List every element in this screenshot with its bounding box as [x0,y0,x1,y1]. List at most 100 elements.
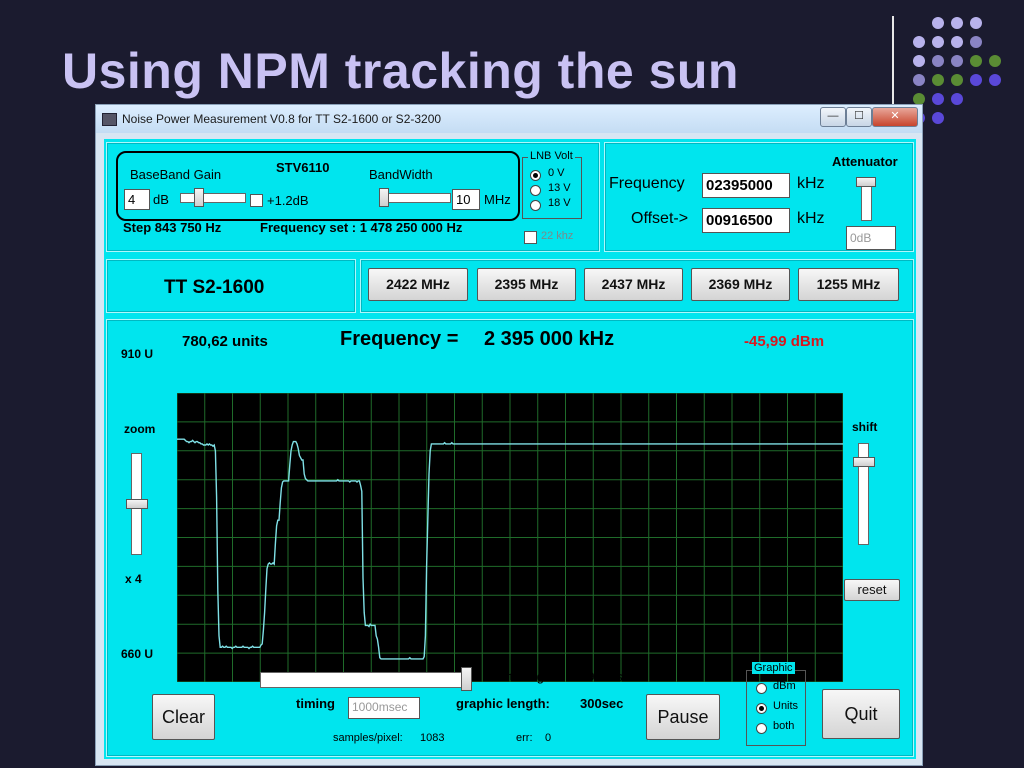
graphic-title: Graphic [752,662,795,674]
timing-input[interactable]: 1000msec [348,697,420,719]
frequency-readout-value: 2 395 000 kHz [484,328,615,350]
decorative-dot [970,55,982,67]
offset-label: Offset-> [631,210,689,227]
close-button[interactable]: ✕ [872,107,918,127]
timing-label: timing [296,696,335,711]
attenuator-slider-thumb[interactable] [856,177,876,187]
baseband-label: BaseBand Gain [130,167,222,182]
decorative-dot [932,93,944,105]
err-value: 0 [545,732,552,744]
gain-unit: dB [153,192,169,207]
real-timing-value: 999 msec [580,669,637,684]
attenuator-value: 0dB [846,226,896,250]
decorative-dot [951,36,963,48]
lnb-option-0v[interactable] [530,170,541,181]
decorative-dot [913,55,925,67]
lnb-option-13v[interactable] [530,185,541,196]
units-readout: 780,62 units [182,333,268,350]
graphic-option-units-label: Units [773,700,799,712]
lnb-title: LNB Volt [528,150,575,162]
graphic-length-value: 300sec [580,696,624,711]
y-min-label: 660 U [121,647,154,661]
frequency-unit: kHz [797,175,825,192]
decorative-dot [913,36,925,48]
graphic-option-dbm-label: dBm [773,680,796,692]
preset-button-2437[interactable]: 2437 MHz [584,268,683,301]
lnb-option-0v-label: 0 V [548,167,565,179]
bandwidth-slider-thumb[interactable] [379,188,389,207]
window-title: Noise Power Measurement V0.8 for TT S2-1… [122,112,442,126]
decorative-dot [970,36,982,48]
decorative-dot [932,112,944,124]
quit-button[interactable]: Quit [822,689,900,739]
decorative-dot [932,36,944,48]
plus-gain-checkbox[interactable] [250,194,263,207]
frequency-label: Frequency [609,175,685,192]
plot-grid [177,393,843,682]
decorative-dot [970,17,982,29]
lnb-option-18v-label: 18 V [548,197,571,209]
decorative-dot [951,17,963,29]
timing-slider[interactable] [260,672,470,688]
client-area: BaseBand Gain 4 dB +1.2dB STV6110 BandWi… [104,139,916,759]
gain-input[interactable]: 4 [124,189,150,210]
decorative-dot [913,74,925,86]
frequency-readout-label: Frequency = [340,328,459,350]
preset-button-1255[interactable]: 1255 MHz [798,268,899,301]
frequency-input[interactable]: 02395000 [702,173,790,198]
preset-button-2422[interactable]: 2422 MHz [368,268,468,301]
timing-slider-thumb[interactable] [461,667,472,691]
samples-label: samples/pixel: [333,732,403,744]
bandwidth-label: BandWidth [369,167,433,182]
preset-button-2395[interactable]: 2395 MHz [477,268,576,301]
decorative-dot [951,55,963,67]
zoom-slider-thumb[interactable] [126,499,148,509]
maximize-button[interactable]: ☐ [846,107,872,127]
decorative-dot [932,55,944,67]
signal-plot [177,393,843,682]
window-titlebar[interactable]: Noise Power Measurement V0.8 for TT S2-1… [96,105,922,133]
minimize-button[interactable]: — [820,107,846,127]
plus-gain-label: +1.2dB [267,193,309,208]
khz22-checkbox[interactable] [524,231,537,244]
device-label: TT S2-1600 [164,277,265,298]
pause-button[interactable]: Pause [646,694,720,740]
offset-unit: kHz [797,210,825,227]
offset-input[interactable]: 00916500 [702,208,790,233]
bandwidth-slider[interactable] [379,193,451,203]
shift-label: shift [852,420,878,434]
dbm-readout: -45,99 dBm [744,333,825,350]
real-timing-label: real timing: [484,669,548,684]
decorative-dot [970,74,982,86]
decorative-dot [989,55,1001,67]
shift-slider-thumb[interactable] [853,457,875,467]
zoom-value: x 4 [125,572,142,586]
attenuator-label: Attenuator [832,154,898,169]
slide-title: Using NPM tracking the sun [62,43,739,99]
khz22-label: 22 khz [541,230,574,242]
decorative-dot [932,17,944,29]
step-label: Step 843 750 Hz [123,220,222,235]
err-label: err: [516,732,533,744]
bandwidth-input[interactable]: 10 [452,189,480,210]
gain-slider[interactable] [180,193,246,203]
preset-button-2369[interactable]: 2369 MHz [691,268,790,301]
reset-button[interactable]: reset [844,579,900,601]
app-icon [102,113,117,126]
clear-button[interactable]: Clear [152,694,215,740]
decorative-dot [989,74,1001,86]
graphic-option-units[interactable] [756,703,767,714]
lnb-option-13v-label: 13 V [548,182,571,194]
decorative-dot [951,93,963,105]
decorative-dot [932,74,944,86]
samples-value: 1083 [420,732,445,744]
lnb-option-18v[interactable] [530,200,541,211]
gain-slider-thumb[interactable] [194,188,204,207]
graphic-option-dbm[interactable] [756,683,767,694]
decorative-dot [951,74,963,86]
graphic-option-both[interactable] [756,723,767,734]
frequency-set-label: Frequency set : 1 478 250 000 Hz [260,220,463,235]
zoom-label: zoom [124,422,156,436]
app-window: Noise Power Measurement V0.8 for TT S2-1… [95,104,923,766]
chip-label: STV6110 [276,160,330,175]
